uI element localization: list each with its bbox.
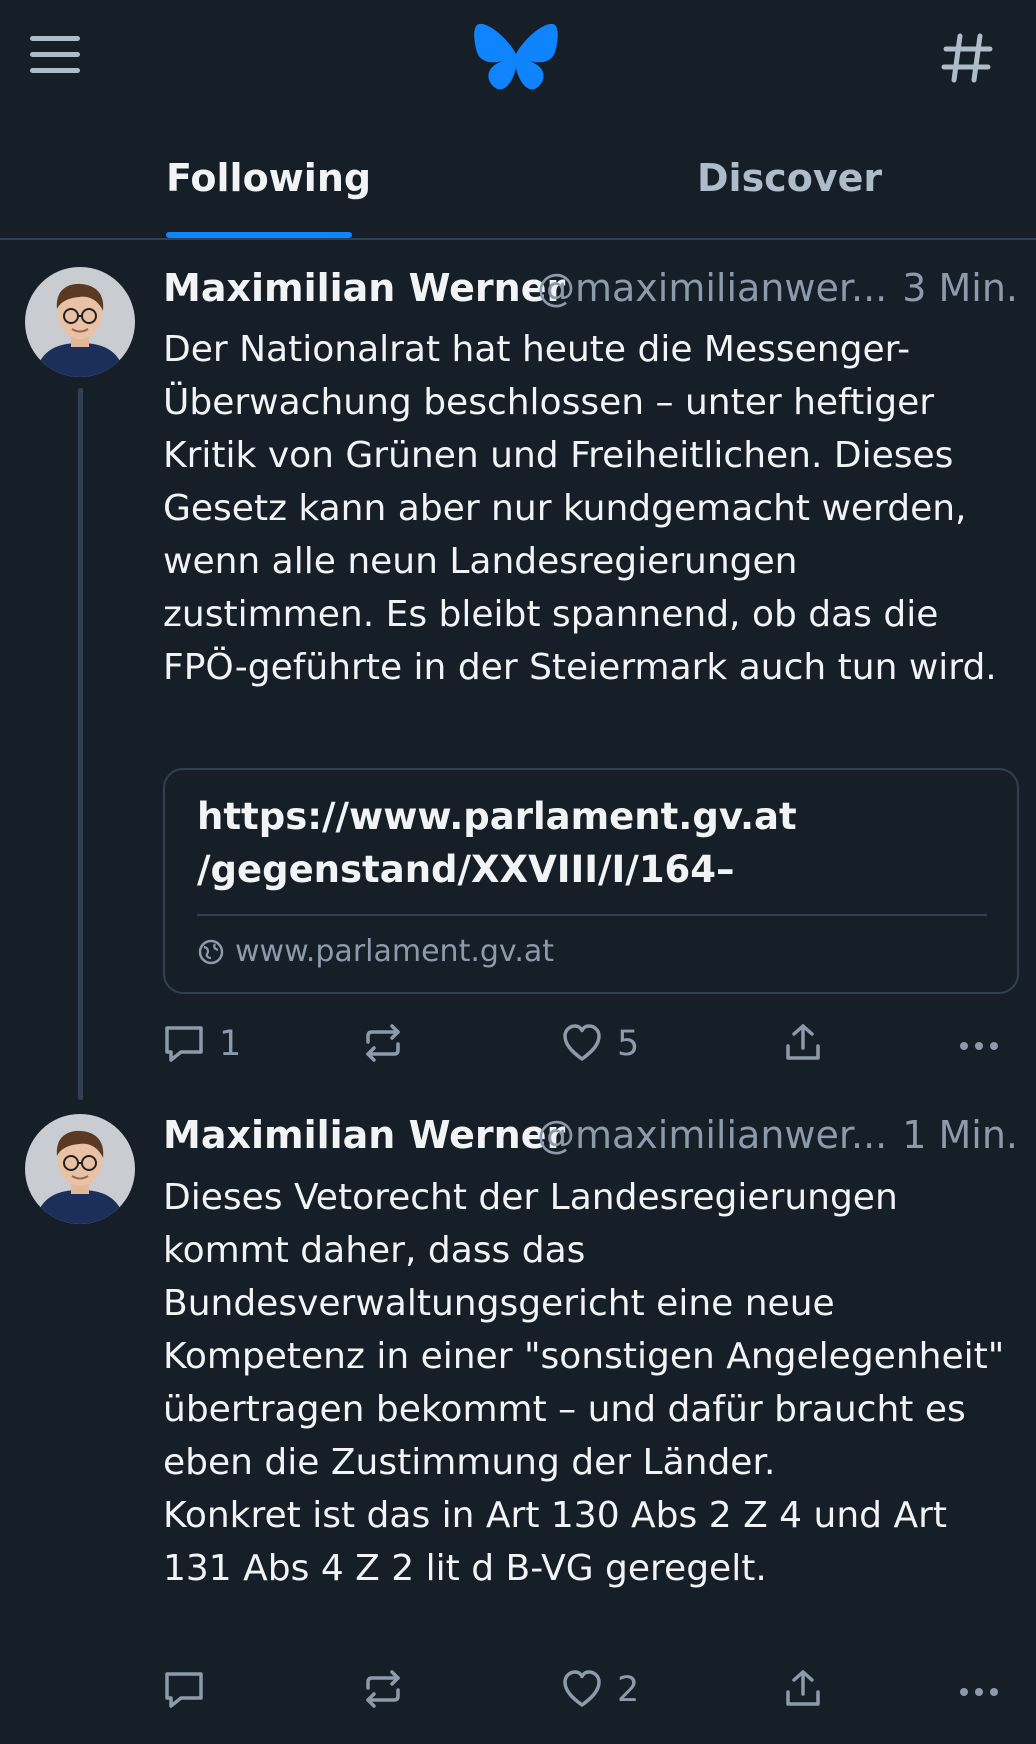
like-button[interactable]: 5 <box>561 1022 651 1070</box>
reply-icon <box>165 1026 203 1062</box>
share-button[interactable] <box>782 1668 824 1716</box>
reply-button[interactable] <box>163 1668 253 1716</box>
share-icon <box>786 1670 820 1706</box>
heart-icon <box>563 1670 601 1707</box>
post-header: Maximilian Werner @maximilianwer... 1 Mi… <box>163 1113 1018 1163</box>
share-button[interactable] <box>782 1022 824 1070</box>
post-text: Der Nationalrat hat heute die Messenger-… <box>163 329 997 688</box>
tab-following[interactable]: Following <box>166 156 371 200</box>
share-icon <box>786 1024 820 1060</box>
reply-button[interactable]: 1 <box>163 1022 253 1070</box>
reply-icon <box>165 1672 203 1708</box>
post-text: Dieses Vetorecht der Landesregierungen k… <box>163 1177 1005 1589</box>
top-bar <box>0 0 1036 112</box>
author-name[interactable]: Maximilian Werner <box>163 266 565 310</box>
globe-icon <box>198 939 224 965</box>
hashtag-icon[interactable] <box>940 30 996 86</box>
author-name[interactable]: Maximilian Werner <box>163 1113 565 1157</box>
link-preview-card[interactable]: https://www.parlament.gv.at /gegenstand/… <box>163 768 1019 994</box>
repost-button[interactable] <box>362 1668 412 1716</box>
active-tab-indicator <box>166 232 352 238</box>
feed-tabs: Following Discover <box>0 118 1036 240</box>
post-time[interactable]: 3 Min. <box>902 266 1018 310</box>
post-time[interactable]: 1 Min. <box>902 1113 1018 1157</box>
avatar[interactable] <box>25 1114 135 1224</box>
hamburger-menu-icon[interactable] <box>26 32 84 78</box>
like-count: 5 <box>617 1024 640 1064</box>
author-handle[interactable]: @maximilianwer... <box>537 266 887 310</box>
reply-count: 1 <box>219 1024 242 1064</box>
link-card-divider <box>197 914 987 916</box>
post-header: Maximilian Werner @maximilianwer... 3 Mi… <box>163 266 1018 316</box>
avatar[interactable] <box>25 267 135 377</box>
ellipsis-icon <box>960 1688 998 1696</box>
like-button[interactable]: 2 <box>561 1668 651 1716</box>
more-options-button[interactable] <box>958 1668 1000 1716</box>
tab-discover[interactable]: Discover <box>697 156 882 200</box>
bluesky-logo-icon[interactable] <box>473 20 559 94</box>
like-count: 2 <box>617 1670 640 1710</box>
ellipsis-icon <box>960 1042 998 1050</box>
more-options-button[interactable] <box>958 1022 1000 1070</box>
author-handle[interactable]: @maximilianwer... <box>537 1113 887 1157</box>
link-title: https://www.parlament.gv.at /gegenstand/… <box>197 795 797 891</box>
thread-connector-line <box>78 388 83 1100</box>
link-domain: www.parlament.gv.at <box>235 934 555 969</box>
heart-icon <box>563 1024 601 1061</box>
repost-icon <box>366 1670 400 1708</box>
repost-icon <box>366 1024 400 1062</box>
repost-button[interactable] <box>362 1022 412 1070</box>
